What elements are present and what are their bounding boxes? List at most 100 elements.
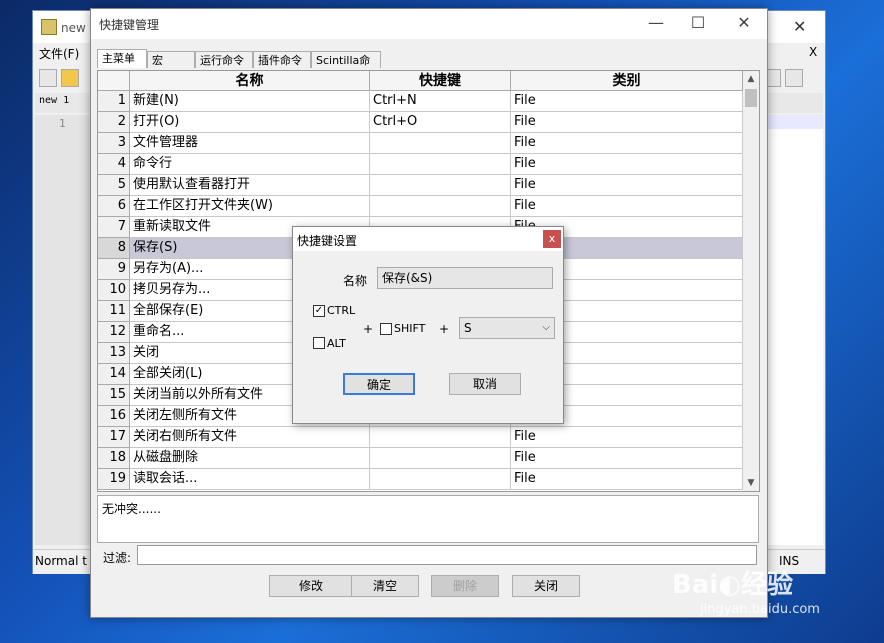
row-category: File [511,91,743,112]
row-number: 14 [98,364,130,385]
tab-macro[interactable]: 宏 [147,51,195,68]
column-header-category[interactable]: 类别 [511,71,743,91]
filter-input[interactable] [137,545,757,565]
doc-tab[interactable]: new 1 [39,95,69,106]
new-file-icon[interactable] [39,69,57,87]
modal-title: 快捷键设置 [297,234,358,248]
grid-corner [98,71,130,91]
row-shortcut [370,175,511,196]
table-row[interactable]: 6 在工作区打开文件夹(W) File [98,196,743,217]
row-number: 15 [98,385,130,406]
row-number: 13 [98,343,130,364]
menu-file[interactable]: 文件(F) [39,45,79,62]
row-number: 10 [98,280,130,301]
scroll-up-icon[interactable]: ▲ [743,71,759,87]
shortcut-settings-dialog: 快捷键设置 x 名称 保存(&S) ✓ CTRL ALT + SHIFT + S… [292,226,564,424]
minimize-icon[interactable]: — [641,13,671,32]
row-shortcut [370,154,511,175]
baidu-watermark: Bai◐经验 jingyan.baidu.com [672,564,872,634]
close-icon[interactable]: ✕ [729,13,759,32]
status-mode: Normal t [35,554,87,568]
tab-scintilla-commands[interactable]: Scintilla命令 [311,51,381,84]
table-row[interactable]: 4 命令行 File [98,154,743,175]
line-gutter: 1 [35,115,95,545]
column-header-shortcut[interactable]: 快捷键 [370,71,511,91]
column-header-name[interactable]: 名称 [130,71,370,91]
menu-close-doc[interactable]: X [809,45,817,59]
open-file-icon[interactable] [61,69,79,87]
maximize-icon[interactable]: ☐ [683,13,713,32]
alt-checkbox[interactable] [313,337,325,349]
key-select[interactable]: S ⌵ [459,317,555,339]
table-row[interactable]: 17 关闭右侧所有文件 File [98,427,743,448]
row-number: 18 [98,448,130,469]
row-category: File [511,196,743,217]
filter-label: 过滤: [103,551,132,565]
row-shortcut [370,448,511,469]
grid-scrollbar[interactable]: ▲ ▼ [743,71,759,491]
row-number: 9 [98,259,130,280]
table-row[interactable]: 3 文件管理器 File [98,133,743,154]
scroll-thumb[interactable] [745,89,757,107]
table-row[interactable]: 2 打开(O) Ctrl+O File [98,112,743,133]
row-category: File [511,133,743,154]
table-row[interactable]: 19 读取会话... File [98,469,743,490]
row-category: File [511,154,743,175]
row-shortcut: Ctrl+O [370,112,511,133]
alt-label: ALT [327,337,346,350]
tab-main-menu[interactable]: 主菜单 [97,49,147,68]
conflict-text: 无冲突...... [102,502,161,516]
row-name: 新建(N) [130,91,370,112]
row-number: 2 [98,112,130,133]
row-number: 5 [98,175,130,196]
name-field: 保存(&S) [377,267,553,289]
modify-button[interactable]: 修改 [269,575,353,597]
ok-button[interactable]: 确定 [343,373,415,395]
toolbar-right-icon-2[interactable] [785,69,803,87]
table-row[interactable]: 1 新建(N) Ctrl+N File [98,91,743,112]
plus-sign-2: + [439,322,450,336]
row-name: 命令行 [130,154,370,175]
close-button[interactable]: 关闭 [512,575,580,597]
clear-button[interactable]: 清空 [351,575,419,597]
cancel-button[interactable]: 取消 [449,373,521,395]
scroll-down-icon[interactable]: ▼ [743,475,759,491]
row-category: File [511,175,743,196]
tab-run-commands[interactable]: 运行命令 [195,51,253,68]
row-shortcut: Ctrl+N [370,91,511,112]
row-shortcut [370,133,511,154]
row-number: 11 [98,301,130,322]
row-category: File [511,469,743,490]
row-shortcut [370,469,511,490]
row-number: 16 [98,406,130,427]
watermark-logo: Bai◐经验 [672,570,793,600]
shift-checkbox[interactable] [380,323,392,335]
dialog-title: 快捷键管理 [99,18,160,32]
tab-plugin-commands[interactable]: 插件命令 [253,51,311,68]
name-label: 名称 [343,274,368,288]
ctrl-checkbox[interactable]: ✓ [313,305,325,317]
row-number: 6 [98,196,130,217]
table-row[interactable]: 18 从磁盘删除 File [98,448,743,469]
row-number: 3 [98,133,130,154]
row-name: 使用默认查看器打开 [130,175,370,196]
row-name: 在工作区打开文件夹(W) [130,196,370,217]
table-row[interactable]: 5 使用默认查看器打开 File [98,175,743,196]
modal-titlebar: 快捷键设置 x [293,227,563,251]
row-name: 读取会话... [130,469,370,490]
row-category: File [511,448,743,469]
notepad-title: new [61,21,86,35]
watermark-url: jingyan.baidu.com [700,602,820,617]
close-icon[interactable]: x [543,230,561,248]
ctrl-label: CTRL [327,304,356,317]
row-number: 4 [98,154,130,175]
plus-sign: + [363,322,374,336]
row-category: File [511,112,743,133]
row-number: 19 [98,469,130,490]
row-shortcut [370,427,511,448]
dialog-titlebar: 快捷键管理 — ☐ ✕ [91,9,767,39]
delete-button: 删除 [431,575,499,597]
row-number: 12 [98,322,130,343]
row-name: 文件管理器 [130,133,370,154]
close-icon[interactable]: ✕ [793,17,806,36]
